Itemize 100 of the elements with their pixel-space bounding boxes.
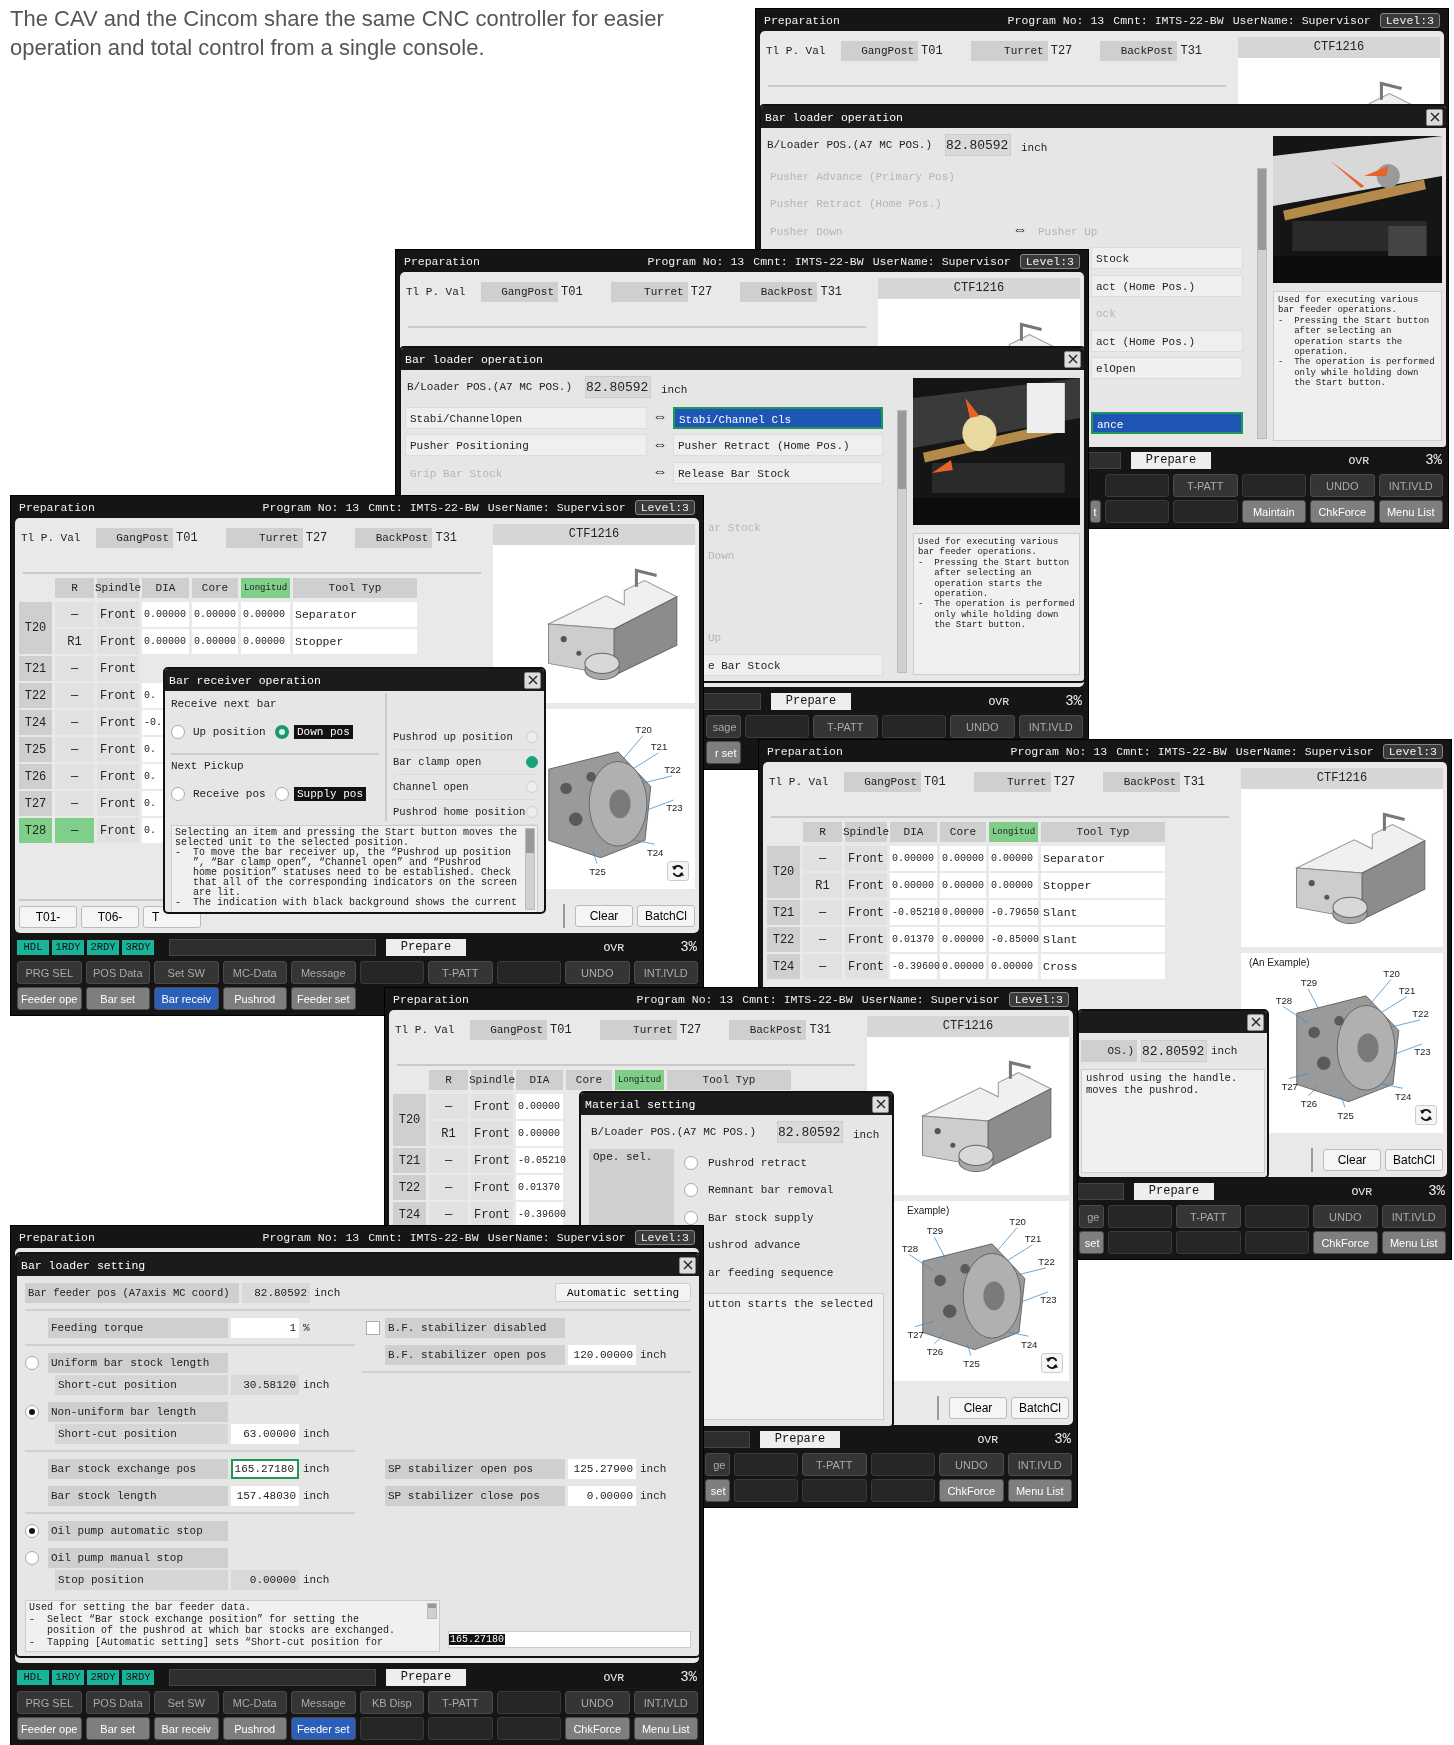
function-key[interactable] — [870, 1479, 935, 1502]
function-key[interactable]: INT.IVLD — [633, 1691, 698, 1714]
function-key[interactable] — [359, 1717, 424, 1740]
tool-cell[interactable]: T20 — [767, 846, 800, 898]
operation-item[interactable]: Pusher Positioning — [405, 434, 647, 457]
page-button[interactable]: T06- — [81, 906, 139, 928]
function-key[interactable]: UNDO — [565, 961, 630, 984]
turret-tab[interactable]: BackPost — [355, 528, 433, 548]
value-field[interactable]: 63.00000 — [231, 1424, 299, 1444]
function-key[interactable]: MC-Data — [222, 961, 287, 984]
tool-cell[interactable]: T26 — [19, 764, 52, 789]
function-key[interactable] — [733, 1479, 798, 1502]
tool-cell[interactable]: T28 — [19, 818, 52, 843]
operation-item[interactable]: act (Home Pos.) — [1091, 329, 1243, 352]
function-key[interactable]: ge — [705, 1453, 730, 1476]
function-key[interactable]: ChkForce — [1310, 500, 1375, 523]
function-key[interactable] — [496, 961, 561, 984]
panel-button[interactable]: Clear — [1323, 1149, 1381, 1171]
function-key[interactable]: Maintain — [1241, 500, 1306, 523]
turret-tab[interactable]: GangPost — [95, 528, 173, 548]
radio-button[interactable] — [25, 1405, 39, 1419]
refresh-button[interactable] — [1041, 1353, 1063, 1373]
function-key[interactable] — [1107, 1205, 1172, 1228]
function-key[interactable]: KB Disp — [359, 1691, 424, 1714]
function-key[interactable] — [881, 715, 946, 738]
tool-cell[interactable]: T22 — [767, 927, 800, 952]
function-key[interactable]: UNDO — [1310, 474, 1375, 497]
function-key[interactable] — [1244, 1205, 1309, 1228]
column-header[interactable]: Spindle — [845, 822, 887, 842]
radio-button[interactable] — [25, 1551, 39, 1565]
turret-tab[interactable]: Turret — [225, 528, 303, 548]
tool-cell[interactable]: T21 — [393, 1148, 426, 1173]
operation-item[interactable]: Stock — [1091, 247, 1243, 270]
function-key[interactable]: UNDO — [565, 1691, 630, 1714]
function-key[interactable]: Bar receiv — [154, 987, 219, 1010]
function-key[interactable]: POS Data — [85, 1691, 150, 1714]
function-key[interactable]: Menu List — [1381, 1231, 1446, 1254]
radio-button[interactable] — [25, 1356, 39, 1370]
function-key[interactable]: Set SW — [154, 1691, 219, 1714]
radio-button[interactable] — [25, 1524, 39, 1538]
turret-tab[interactable]: GangPost — [840, 41, 918, 61]
function-key[interactable] — [428, 1717, 493, 1740]
option-label[interactable]: Bar stock supply — [708, 1211, 814, 1224]
function-key[interactable]: Bar set — [85, 1717, 150, 1740]
radio-button[interactable] — [171, 725, 185, 739]
value-field[interactable]: 0.00000 — [231, 1570, 299, 1590]
turret-tab[interactable]: GangPost — [480, 282, 558, 302]
function-key[interactable]: INT.IVLD — [1381, 1205, 1446, 1228]
column-header[interactable]: Spindle — [97, 578, 139, 598]
turret-tab[interactable]: Turret — [599, 1020, 677, 1040]
tool-cell[interactable]: T24 — [393, 1202, 426, 1227]
function-key[interactable] — [496, 1691, 561, 1714]
tool-cell[interactable]: T21 — [767, 900, 800, 925]
panel-button[interactable]: Clear — [949, 1397, 1007, 1419]
value-field[interactable]: 157.48030 — [231, 1486, 299, 1506]
function-key[interactable]: t — [1090, 500, 1101, 523]
function-key[interactable]: UNDO — [939, 1453, 1004, 1476]
operation-item[interactable]: ance — [1091, 411, 1243, 434]
function-key[interactable]: Feeder set — [291, 1717, 356, 1740]
radio-button[interactable] — [275, 787, 289, 801]
function-key[interactable] — [870, 1453, 935, 1476]
page-button[interactable]: T01- — [19, 906, 77, 928]
tool-cell[interactable]: T20 — [393, 1094, 426, 1146]
close-button[interactable] — [1426, 108, 1443, 126]
function-key[interactable]: set — [705, 1479, 730, 1502]
operation-item[interactable]: Release Bar Stock — [673, 461, 883, 484]
radio-button[interactable] — [684, 1155, 698, 1170]
operation-item[interactable]: Stabi/ChannelOpen — [405, 406, 647, 429]
radio-button[interactable] — [684, 1210, 698, 1225]
column-header[interactable]: Longitud — [241, 578, 290, 598]
function-key[interactable]: Feeder ope — [17, 987, 82, 1010]
function-key[interactable]: POS Data — [85, 961, 150, 984]
input-field[interactable]: 165.27180 — [448, 1631, 691, 1648]
function-key[interactable]: Bar set — [85, 987, 150, 1010]
function-key[interactable]: INT.IVLD — [1378, 474, 1443, 497]
turret-tab[interactable]: Turret — [970, 41, 1048, 61]
column-header[interactable]: R — [803, 822, 842, 842]
function-key[interactable]: T-PATT — [813, 715, 878, 738]
function-key[interactable]: Message — [291, 1691, 356, 1714]
column-header[interactable]: Core — [192, 578, 238, 598]
function-key[interactable]: T-PATT — [802, 1453, 867, 1476]
function-key[interactable]: Menu List — [633, 1717, 698, 1740]
close-button[interactable] — [679, 1256, 696, 1274]
radio-button[interactable] — [275, 725, 289, 739]
column-header[interactable]: Core — [566, 1070, 612, 1090]
function-key[interactable] — [733, 1453, 798, 1476]
tool-cell[interactable]: T24 — [767, 954, 800, 979]
column-header[interactable]: Core — [940, 822, 986, 842]
function-key[interactable] — [496, 1717, 561, 1740]
column-header[interactable]: DIA — [516, 1070, 563, 1090]
operation-item[interactable]: Stabi/Channel Cls — [673, 406, 883, 429]
function-key[interactable]: Feeder ope — [17, 1717, 82, 1740]
close-button[interactable] — [524, 671, 541, 689]
option-label[interactable]: ushrod advance — [708, 1239, 801, 1252]
operation-item[interactable]: act (Home Pos.) — [1091, 274, 1243, 297]
option-label[interactable]: Pushrod retract — [708, 1156, 808, 1169]
function-key[interactable] — [1104, 500, 1169, 523]
function-key[interactable]: Set SW — [154, 961, 219, 984]
function-key[interactable]: Pushrod — [222, 1717, 287, 1740]
checkbox[interactable] — [366, 1321, 380, 1335]
